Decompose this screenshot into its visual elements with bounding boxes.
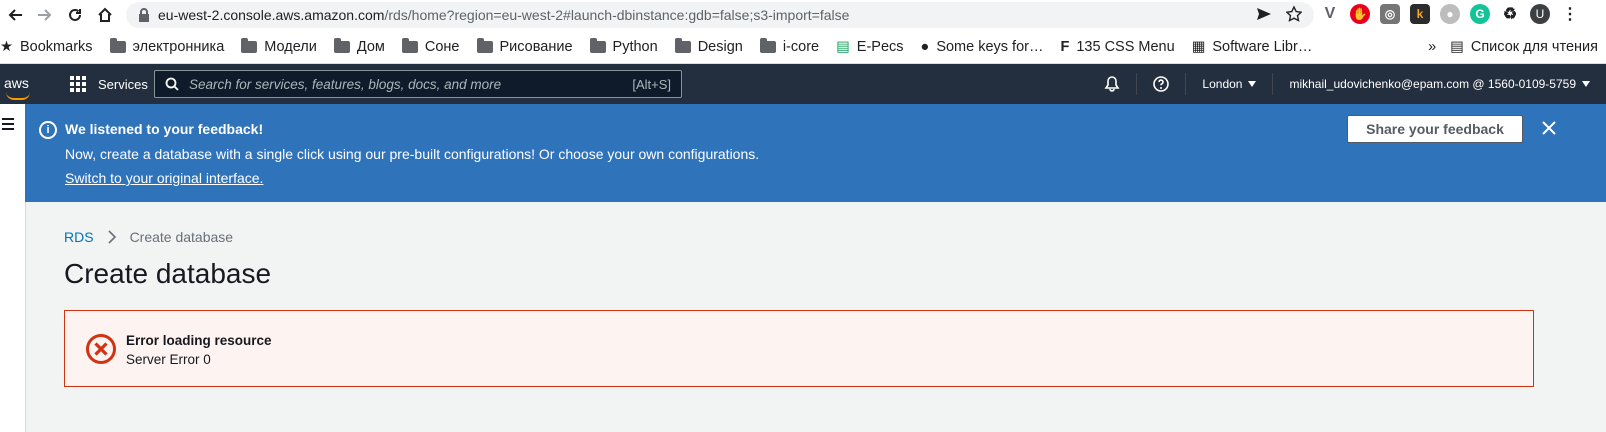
bookmark-folder[interactable]: i-core (759, 37, 819, 55)
folder-icon (759, 37, 776, 53)
url-text: eu-west-2.console.aws.amazon.com/rds/hom… (158, 7, 850, 23)
bookmark-folder[interactable]: Рисование (476, 37, 573, 55)
folder-icon (589, 37, 606, 53)
bookmarks-item[interactable]: ★ Bookmarks (0, 39, 93, 55)
bookmarks-overflow-button[interactable]: » (1428, 39, 1436, 55)
services-menu[interactable]: Services (98, 77, 148, 92)
aws-top-navigation: aws Services [Alt+S] London mikhail_udov… (0, 64, 1606, 104)
caret-down-icon (1582, 81, 1590, 87)
bookmark-link[interactable]: F 135 CSS Menu (1060, 39, 1174, 55)
browser-toolbar: eu-west-2.console.aws.amazon.com/rds/hom… (0, 0, 1606, 30)
home-icon[interactable] (90, 0, 120, 30)
bookmarks-bar: ★ Bookmarks электронника Модели Дом Соне … (0, 30, 1606, 64)
error-title: Error loading resource (126, 333, 272, 348)
grammarly-extension-icon[interactable]: G (1470, 4, 1490, 24)
bookmark-link[interactable]: ● Some keys for… (921, 39, 1044, 55)
notifications-button[interactable] (1088, 76, 1136, 92)
search-shortcut-hint: [Alt+S] (632, 76, 671, 92)
browser-menu-icon[interactable]: ⋮ (1560, 4, 1580, 24)
bookmark-star-icon[interactable] (1286, 5, 1302, 23)
bookmark-folder[interactable]: Соне (401, 37, 460, 55)
bell-icon (1104, 76, 1120, 92)
help-button[interactable] (1137, 76, 1185, 92)
extensions-puzzle-icon[interactable]: ♻ (1500, 4, 1520, 24)
aws-logo[interactable]: aws (4, 75, 40, 100)
folder-icon (401, 37, 418, 53)
error-x-circle-icon (86, 334, 116, 364)
bookmark-folder[interactable]: электронника (109, 37, 224, 55)
bookmark-link[interactable]: ▦ Software Libr… (1192, 39, 1313, 55)
star-icon: ★ (0, 38, 13, 55)
library-icon: ▦ (1191, 38, 1206, 55)
bookmark-folder[interactable]: Python (589, 37, 658, 55)
chevron-right-icon (107, 230, 116, 244)
hamburger-menu-icon[interactable] (2, 118, 14, 133)
screenshot-extension-icon[interactable]: ◎ (1380, 4, 1400, 24)
switch-interface-link[interactable]: Switch to your original interface. (65, 170, 263, 186)
f-logo-icon: F (1060, 38, 1070, 55)
profile-avatar[interactable]: U (1530, 4, 1550, 24)
banner-title: We listened to your feedback! (65, 121, 264, 137)
folder-icon (241, 37, 258, 53)
reload-icon[interactable] (60, 0, 90, 30)
page-title: Create database (64, 258, 272, 289)
share-feedback-button[interactable]: Share your feedback (1347, 115, 1523, 143)
close-icon[interactable] (1540, 119, 1558, 137)
adblock-extension-icon[interactable]: ✋ (1350, 4, 1370, 24)
globe-icon: ● (920, 38, 930, 55)
reading-list-button[interactable]: ▤ Список для чтения (1450, 39, 1598, 55)
lock-icon (139, 8, 149, 22)
back-arrow-icon[interactable] (0, 0, 30, 30)
search-box[interactable]: [Alt+S] (154, 70, 682, 98)
side-navigation-collapsed (0, 104, 26, 432)
account-menu[interactable]: mikhail_udovichenko@epam.com @ 1560-0109… (1273, 77, 1606, 91)
address-bar[interactable]: eu-west-2.console.aws.amazon.com/rds/hom… (126, 2, 1314, 28)
folder-icon (109, 37, 126, 53)
error-alert: Error loading resource Server Error 0 (64, 310, 1534, 387)
breadcrumb: RDS Create database (64, 229, 233, 245)
banner-text: Now, create a database with a single cli… (65, 146, 760, 162)
feedback-banner: i We listened to your feedback! Now, cre… (25, 104, 1606, 202)
reading-list-icon: ▤ (1450, 38, 1464, 55)
error-message: Server Error 0 (126, 352, 211, 367)
forward-arrow-icon[interactable] (30, 0, 60, 30)
send-tab-icon[interactable] (1256, 5, 1272, 23)
folder-icon (674, 37, 691, 53)
search-icon (165, 77, 179, 91)
vimeo-extension-icon[interactable]: V (1320, 4, 1340, 24)
folder-icon (333, 37, 350, 53)
bookmark-folder[interactable]: Design (674, 37, 743, 55)
help-icon (1153, 76, 1170, 92)
breadcrumb-current: Create database (129, 229, 234, 245)
bookmark-folder[interactable]: Модели (241, 37, 317, 55)
region-selector[interactable]: London (1186, 77, 1272, 91)
caret-down-icon (1248, 81, 1257, 87)
info-icon: i (39, 121, 57, 139)
services-grid-icon[interactable] (70, 76, 86, 92)
k-extension-icon[interactable]: k (1410, 4, 1430, 24)
folder-icon (476, 37, 493, 53)
bookmark-link[interactable]: ▤ E-Pecs (836, 39, 903, 55)
spreadsheet-icon: ▤ (836, 38, 850, 55)
globe-extension-icon[interactable]: ● (1440, 4, 1460, 24)
search-input[interactable] (187, 75, 611, 93)
bookmark-folder[interactable]: Дом (333, 37, 385, 55)
breadcrumb-rds-link[interactable]: RDS (64, 229, 94, 245)
